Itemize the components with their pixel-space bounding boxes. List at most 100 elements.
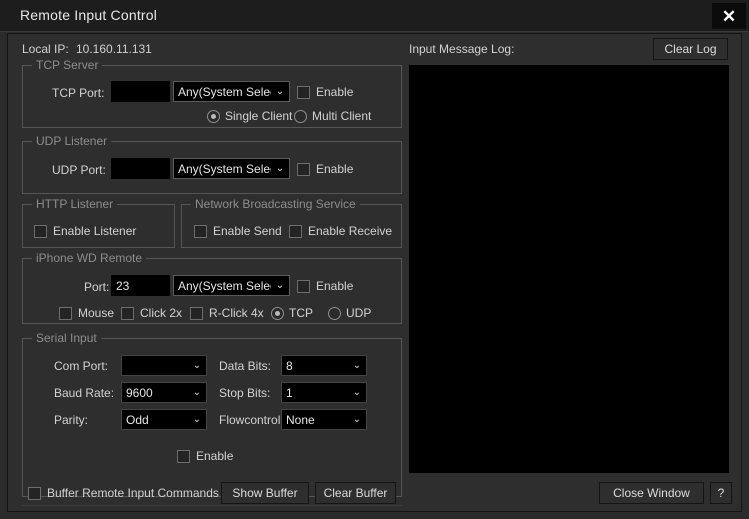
iphone-protocol-udp-radio[interactable]: UDP [328,306,371,320]
checkbox-box [59,306,72,320]
local-ip-value: 10.160.11.131 [76,42,152,56]
data-bits-combo-value: 8 [286,358,293,373]
radio-dot [271,306,284,320]
checkbox-box [297,85,310,99]
radio-dot [294,109,307,123]
serial-enable-label: Enable [196,449,234,463]
stop-bits-combo-value: 1 [286,385,293,400]
com-port-combo-value [126,356,188,375]
checkbox-box [177,449,190,463]
tcp-server-group-title: TCP Server [32,58,103,72]
flowcontrol-label: Flowcontrol: [219,413,284,427]
checkbox-box [121,306,134,320]
help-button[interactable]: ? [710,482,732,504]
iphone-protocol-udp-label: UDP [346,306,372,320]
tcp-enable-checkbox[interactable]: Enable [297,85,353,99]
com-port-label: Com Port: [54,359,109,373]
chevron-down-icon: ⌄ [192,360,202,371]
tcp-multi-client-radio[interactable]: Multi Client [294,109,371,123]
checkbox-box [190,306,203,320]
broadcast-enable-send-label: Enable Send [213,224,282,238]
radio-dot [328,306,341,320]
baud-rate-combo[interactable]: 9600 ⌄ [121,382,207,403]
serial-enable-checkbox[interactable]: Enable [177,449,233,463]
parity-combo-value: Odd [126,412,149,427]
http-listener-group-title: HTTP Listener [32,197,118,211]
close-window-titlebar-button[interactable]: ✕ [712,3,746,29]
data-bits-label: Data Bits: [219,359,272,373]
udp-port-input[interactable] [111,158,170,179]
udp-listener-group-title: UDP Listener [32,134,112,148]
parity-combo[interactable]: Odd ⌄ [121,409,207,430]
window-title: Remote Input Control [20,7,158,23]
udp-port-label: UDP Port: [52,163,106,177]
iphone-click2x-checkbox[interactable]: Click 2x [121,306,182,320]
tcp-port-input[interactable] [111,81,170,102]
iphone-mouse-checkbox[interactable]: Mouse [59,306,114,320]
show-buffer-button[interactable]: Show Buffer [221,482,309,504]
iphone-protocol-tcp-label: TCP [289,306,313,320]
http-enable-listener-checkbox[interactable]: Enable Listener [34,224,136,238]
iphone-port-input[interactable]: 23 [111,275,170,296]
parity-label: Parity: [54,413,89,427]
udp-enable-checkbox[interactable]: Enable [297,162,353,176]
chevron-down-icon: ⌄ [275,280,285,291]
tcp-port-label: TCP Port: [52,86,105,100]
tcp-mode-combo[interactable]: Any(System Selects) ⌄ [173,81,290,102]
chevron-down-icon: ⌄ [352,360,362,371]
chevron-down-icon: ⌄ [352,414,362,425]
close-window-button[interactable]: Close Window [599,482,704,504]
clear-log-button[interactable]: Clear Log [653,38,728,60]
tcp-single-client-label: Single Client [225,109,293,123]
broadcast-enable-send-checkbox[interactable]: Enable Send [194,224,282,238]
baud-rate-combo-value: 9600 [126,385,153,400]
data-bits-combo[interactable]: 8 ⌄ [281,355,367,376]
broadcast-enable-receive-checkbox[interactable]: Enable Receive [289,224,392,238]
iphone-wd-remote-group-title: iPhone WD Remote [32,251,147,265]
iphone-click2x-label: Click 2x [140,306,183,320]
close-icon: ✕ [721,6,737,26]
tcp-single-client-radio[interactable]: Single Client [207,109,292,123]
chevron-down-icon: ⌄ [352,387,362,398]
iphone-rclick4x-label: R-Click 4x [209,306,264,320]
content-frame: Local IP: 10.160.11.131 TCP Server TCP P… [7,33,742,512]
buffer-remote-input-commands-label: Buffer Remote Input Commands [47,486,219,500]
bottom-divider [22,505,402,506]
checkbox-box [297,279,310,293]
input-message-log-label: Input Message Log: [409,42,515,56]
iphone-mode-combo-value: Any(System Selects) [178,278,271,293]
chevron-down-icon: ⌄ [275,86,285,97]
tcp-mode-combo-value: Any(System Selects) [178,84,271,99]
iphone-rclick4x-checkbox[interactable]: R-Click 4x [190,306,264,320]
iphone-port-label: Port: [84,280,110,294]
title-bar: Remote Input Control ✕ [0,0,749,32]
com-port-combo[interactable]: ⌄ [121,355,207,376]
radio-dot [207,109,220,123]
input-message-log-panel[interactable] [409,65,729,473]
iphone-enable-label: Enable [316,279,354,293]
checkbox-box [28,486,41,500]
broadcast-enable-receive-label: Enable Receive [308,224,393,238]
iphone-enable-checkbox[interactable]: Enable [297,279,353,293]
tcp-multi-client-label: Multi Client [312,109,372,123]
chevron-down-icon: ⌄ [275,163,285,174]
iphone-mouse-label: Mouse [78,306,115,320]
iphone-protocol-tcp-radio[interactable]: TCP [271,306,313,320]
udp-mode-combo[interactable]: Any(System Selects) ⌄ [173,158,290,179]
local-ip-label: Local IP: [22,42,69,56]
iphone-mode-combo[interactable]: Any(System Selects) ⌄ [173,275,290,296]
chevron-down-icon: ⌄ [192,387,202,398]
udp-mode-combo-value: Any(System Selects) [178,161,271,176]
chevron-down-icon: ⌄ [192,414,202,425]
checkbox-box [194,224,207,238]
buffer-remote-input-commands-checkbox[interactable]: Buffer Remote Input Commands [28,486,219,500]
http-enable-listener-label: Enable Listener [53,224,137,238]
clear-buffer-button[interactable]: Clear Buffer [315,482,396,504]
checkbox-box [289,224,302,238]
baud-rate-label: Baud Rate: [54,386,115,400]
remote-input-control-window: Remote Input Control ✕ Local IP: 10.160.… [0,0,749,519]
flowcontrol-combo[interactable]: None ⌄ [281,409,367,430]
stop-bits-combo[interactable]: 1 ⌄ [281,382,367,403]
stop-bits-label: Stop Bits: [219,386,271,400]
network-broadcasting-group-title: Network Broadcasting Service [191,197,360,211]
